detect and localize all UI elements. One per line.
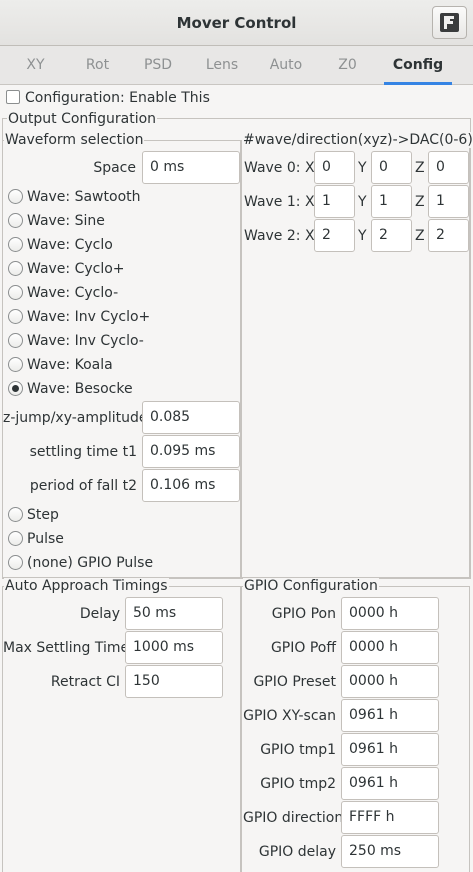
delay-label: Delay (79, 606, 120, 622)
gpio-tmp2-input[interactable]: 0961 h (341, 767, 439, 800)
z-jump-amplitude-label: z-jump/xy-amplitude (3, 410, 148, 426)
wave-0-y-input[interactable]: 0 (371, 151, 412, 184)
gpio-tmp2-label: GPIO tmp2 (260, 776, 336, 792)
tab-config[interactable]: Config (384, 46, 452, 85)
max-settling-time-input[interactable]: 1000 ms (125, 631, 223, 664)
wave-cyclo-minus-label[interactable]: Wave: Cyclo- (27, 284, 118, 302)
title-bar: Mover Control (0, 0, 473, 46)
tab-lens[interactable]: Lens (192, 46, 252, 85)
wave-1-z-input[interactable]: 1 (428, 185, 469, 218)
wave-inv-cyclo-plus-label[interactable]: Wave: Inv Cyclo+ (27, 308, 150, 326)
retract-ci-label: Retract CI (50, 674, 120, 690)
wave-1-x-input[interactable]: 1 (314, 185, 355, 218)
wave-koala-radio[interactable] (8, 357, 23, 372)
wave-cyclo-label[interactable]: Wave: Cyclo (27, 236, 113, 254)
gpio-poff-label: GPIO Poff (270, 640, 336, 656)
tab-rot[interactable]: Rot (71, 46, 124, 85)
gpio-xy-scan-input[interactable]: 0961 h (341, 699, 439, 732)
gpio-pulse-radio[interactable] (8, 555, 23, 570)
gpio-direction-label: GPIO direction (243, 810, 344, 826)
wave-2-z-label: Z (415, 228, 425, 244)
gpio-poff-input[interactable]: 0000 h (341, 631, 439, 664)
wave-sawtooth-radio[interactable] (8, 189, 23, 204)
gpio-delay-input[interactable]: 250 ms (341, 835, 439, 868)
gpio-pon-label: GPIO Pon (271, 606, 336, 622)
wave-0-z-input[interactable]: 0 (428, 151, 469, 184)
notebook-tabs: XY Rot PSD Lens Auto Z0 Config (0, 46, 473, 85)
wave-cyclo-minus-radio[interactable] (8, 285, 23, 300)
app-menu-icon (440, 13, 459, 32)
settling-time-t1-input[interactable]: 0.095 ms (142, 435, 240, 468)
step-label[interactable]: Step (27, 506, 59, 524)
wave-1-y-input[interactable]: 1 (371, 185, 412, 218)
wave-koala-label[interactable]: Wave: Koala (27, 356, 113, 374)
wave-1-z-label: Z (415, 194, 425, 210)
dac-mapping-title: #wave/direction(xyz)->DAC(0-6) (242, 132, 473, 148)
space-input[interactable]: 0 ms (142, 151, 240, 184)
enable-label[interactable]: Configuration: Enable This (25, 89, 210, 107)
waveform-selection-title: Waveform selection (4, 132, 145, 148)
wave-2-label: Wave 2: X (244, 228, 315, 244)
period-of-fall-t2-input[interactable]: 0.106 ms (142, 469, 240, 502)
wave-0-z-label: Z (415, 160, 425, 176)
period-of-fall-t2-label: period of fall t2 (29, 478, 137, 494)
output-configuration-title: Output Configuration (7, 111, 158, 127)
delay-input[interactable]: 50 ms (125, 597, 223, 630)
wave-cyclo-radio[interactable] (8, 237, 23, 252)
z-jump-amplitude-input[interactable]: 0.085 (142, 401, 240, 434)
gpio-direction-input[interactable]: FFFF h (341, 801, 439, 834)
wave-2-x-input[interactable]: 2 (314, 219, 355, 252)
wave-sawtooth-label[interactable]: Wave: Sawtooth (27, 188, 141, 206)
settling-time-t1-label: settling time t1 (29, 444, 137, 460)
gpio-pulse-label[interactable]: (none) GPIO Pulse (27, 554, 153, 572)
pulse-radio[interactable] (8, 531, 23, 546)
wave-inv-cyclo-plus-radio[interactable] (8, 309, 23, 324)
wave-2-y-input[interactable]: 2 (371, 219, 412, 252)
wave-sine-radio[interactable] (8, 213, 23, 228)
gpio-preset-label: GPIO Preset (253, 674, 336, 690)
wave-1-label: Wave 1: X (244, 194, 315, 210)
wave-1-y-label: Y (358, 194, 367, 210)
gpio-pon-input[interactable]: 0000 h (341, 597, 439, 630)
wave-cyclo-plus-radio[interactable] (8, 261, 23, 276)
wave-inv-cyclo-minus-radio[interactable] (8, 333, 23, 348)
wave-0-label: Wave 0: X (244, 160, 315, 176)
max-settling-time-label: Max Settling Time (3, 640, 130, 656)
gpio-delay-label: GPIO delay (258, 844, 336, 860)
pulse-label[interactable]: Pulse (27, 530, 64, 548)
gpio-preset-input[interactable]: 0000 h (341, 665, 439, 698)
wave-sine-label[interactable]: Wave: Sine (27, 212, 105, 230)
app-menu-button[interactable] (432, 6, 467, 39)
wave-besocke-radio[interactable] (8, 381, 23, 396)
tab-auto[interactable]: Auto (252, 46, 320, 85)
enable-checkbox[interactable] (6, 90, 20, 104)
wave-2-y-label: Y (358, 228, 367, 244)
gpio-xy-scan-label: GPIO XY-scan (243, 708, 336, 724)
step-radio[interactable] (8, 507, 23, 522)
wave-0-y-label: Y (358, 160, 367, 176)
gpio-configuration-title: GPIO Configuration (243, 578, 379, 594)
wave-0-x-input[interactable]: 0 (314, 151, 355, 184)
wave-2-z-input[interactable]: 2 (428, 219, 469, 252)
gpio-tmp1-label: GPIO tmp1 (260, 742, 336, 758)
tab-z0[interactable]: Z0 (320, 46, 375, 85)
wave-besocke-label[interactable]: Wave: Besocke (27, 380, 133, 398)
tab-psd[interactable]: PSD (124, 46, 192, 85)
tab-xy[interactable]: XY (0, 46, 71, 85)
retract-ci-input[interactable]: 150 (125, 665, 223, 698)
wave-inv-cyclo-minus-label[interactable]: Wave: Inv Cyclo- (27, 332, 144, 350)
window-title: Mover Control (176, 14, 297, 32)
gpio-tmp1-input[interactable]: 0961 h (341, 733, 439, 766)
auto-approach-title: Auto Approach Timings (4, 578, 169, 594)
wave-cyclo-plus-label[interactable]: Wave: Cyclo+ (27, 260, 125, 278)
space-label: Space (93, 160, 136, 176)
